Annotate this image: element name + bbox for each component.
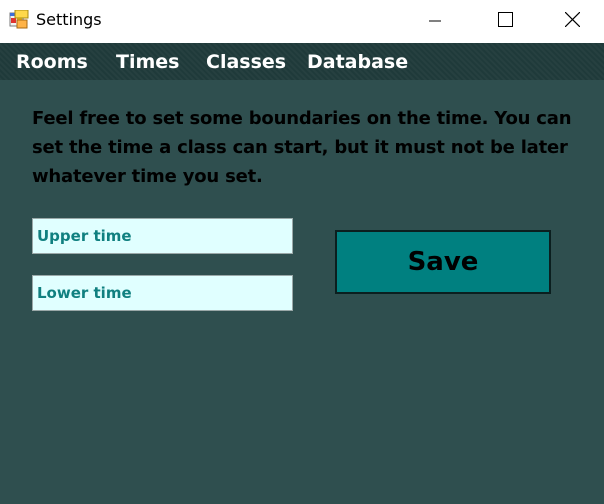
menu-item-rooms[interactable]: Rooms xyxy=(16,43,88,80)
description-text: Feel free to set some boundaries on the … xyxy=(32,108,572,187)
save-button[interactable]: Save xyxy=(335,230,551,294)
close-button[interactable] xyxy=(541,0,604,43)
maximize-icon xyxy=(497,12,513,31)
menu-item-database[interactable]: Database xyxy=(307,43,408,80)
minimize-button[interactable] xyxy=(400,0,470,43)
menu-bar: Rooms Times Classes Database xyxy=(0,43,604,80)
maximize-button[interactable] xyxy=(470,0,540,43)
window-title: Settings xyxy=(36,10,102,29)
lower-time-input[interactable] xyxy=(32,275,293,311)
title-bar[interactable]: Settings xyxy=(0,0,604,43)
menu-item-times[interactable]: Times xyxy=(116,43,179,80)
settings-window: Settings Rooms Times Classes Database Fe xyxy=(0,0,604,504)
minimize-icon xyxy=(429,12,441,31)
app-window-icon xyxy=(9,9,29,30)
close-icon xyxy=(564,11,581,31)
upper-time-input[interactable] xyxy=(32,218,293,254)
menu-item-classes[interactable]: Classes xyxy=(206,43,286,80)
